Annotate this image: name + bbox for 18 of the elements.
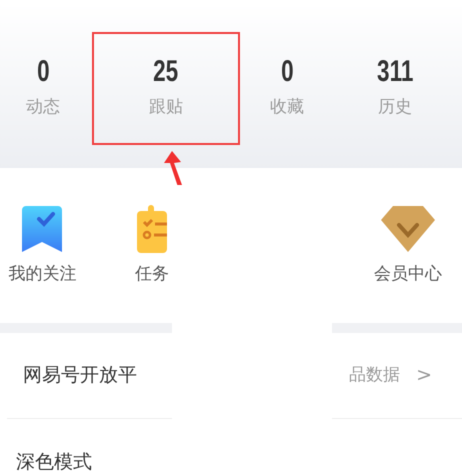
settings-label[interactable]: 网易号开放平 <box>23 361 137 390</box>
stat-value: 25 <box>153 54 179 90</box>
stat-label: 动态 <box>26 96 60 119</box>
clipboard-icon <box>137 205 168 253</box>
stat-label: 跟贴 <box>149 96 183 119</box>
diamond-icon <box>380 206 435 252</box>
stat-label: 历史 <box>378 96 412 119</box>
settings-label[interactable]: 深色模式 <box>16 448 92 475</box>
bookmark-icon <box>22 206 62 252</box>
stat-value: 0 <box>36 54 50 90</box>
shortcut-label[interactable]: 会员中心 <box>374 262 442 286</box>
chevron: > <box>416 363 432 388</box>
settings-detail: 品数据 <box>349 364 400 387</box>
shortcut-label[interactable]: 任务 <box>135 262 170 286</box>
stat-value: 311 <box>376 54 414 90</box>
shortcut-label[interactable]: 我的关注 <box>8 262 76 286</box>
stat-label: 收藏 <box>270 96 304 119</box>
stat-value: 0 <box>280 54 294 90</box>
